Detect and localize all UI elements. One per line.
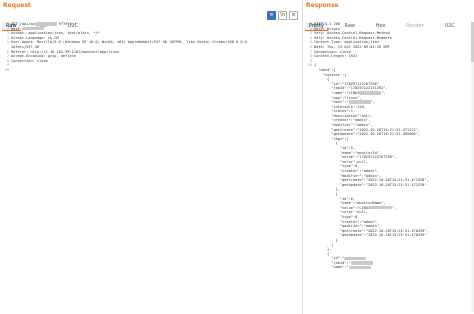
response-tabs: Pretty Raw Hex Render U2C: [305, 12, 472, 31]
request-toolbar: ≡ \n ≡: [267, 11, 298, 20]
line-number: 10: [4, 67, 9, 72]
line-text: Content-Length: 1921: [314, 54, 358, 59]
wrap-icon[interactable]: ≡: [267, 11, 276, 20]
request-pane: Request Raw Hex U2C ≡ \n ≡ 1GET /api/ax …: [0, 0, 303, 314]
line-number: [304, 265, 314, 270]
line-text: "name":": [314, 265, 371, 270]
code-line: "name":": [304, 265, 473, 270]
menu-icon[interactable]: ≡: [289, 11, 298, 20]
redacted-text: [21, 26, 44, 31]
code-line: 10: [1, 68, 301, 73]
redacted-text: [350, 261, 373, 265]
redacted-text: [359, 91, 382, 95]
response-pane: Response Pretty Raw Hex Render U2C 1 HTTP…: [303, 0, 474, 314]
redacted-text: [370, 206, 393, 210]
response-title: Response: [306, 2, 339, 9]
redacted-text: [348, 100, 371, 104]
request-editor[interactable]: 1 GET /api/ax HTTP/1.1 2 Host 3 Accept: appl…: [1, 22, 301, 73]
response-editor[interactable]: 1 HTTP/1.1 200 2 Vary: Origin 3 Vary: Access-…: [304, 22, 473, 270]
redacted-text: [34, 22, 57, 26]
request-title: Request: [3, 2, 31, 9]
redacted-text: [344, 256, 367, 260]
line-text: User-Agent: Mozilla/5.0 (Windows NT 10.0…: [11, 40, 247, 45]
newline-icon[interactable]: \n: [278, 11, 287, 20]
request-tabs: Raw Hex U2C: [2, 12, 300, 31]
line-text: Connection: close: [11, 58, 48, 63]
redacted-text: [348, 265, 371, 270]
